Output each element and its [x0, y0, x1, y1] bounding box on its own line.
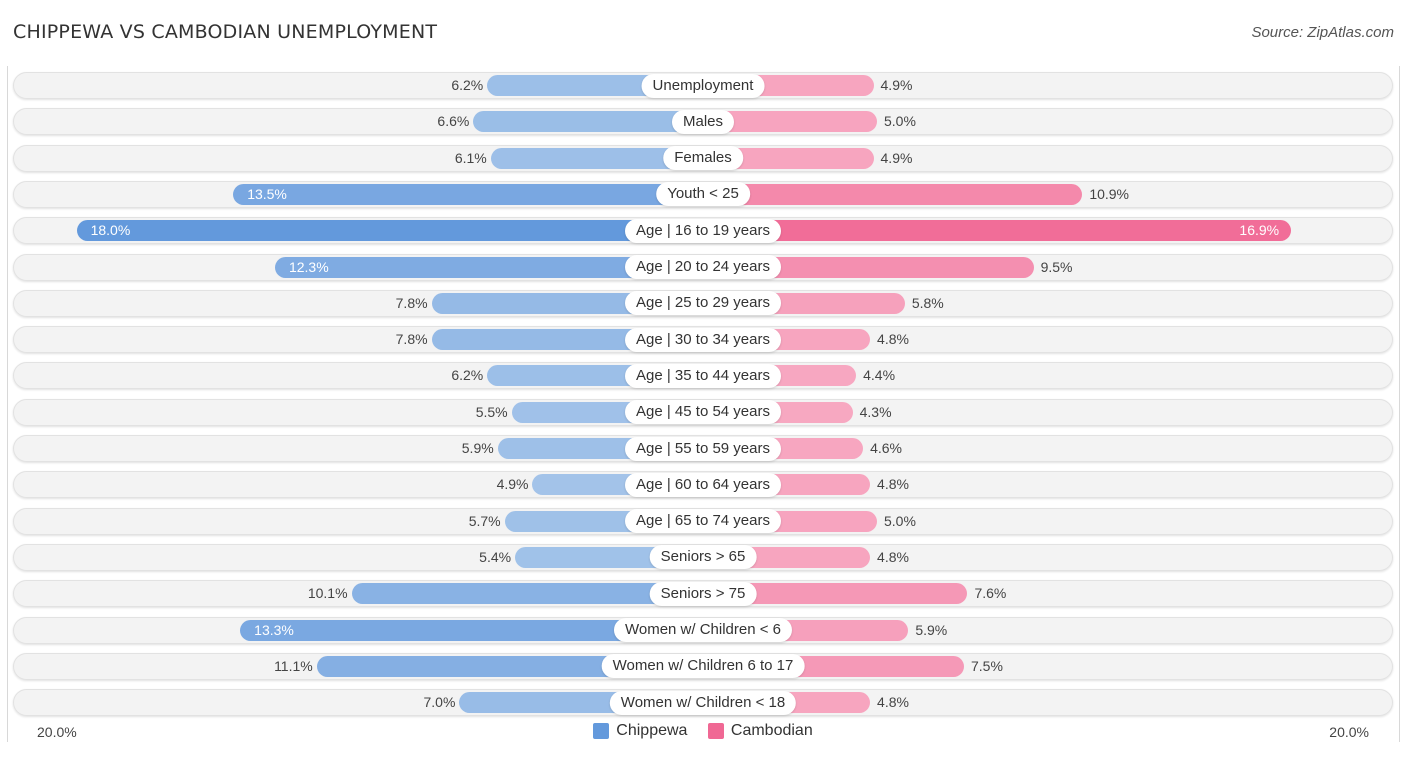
value-label-cambodian: 4.9%	[880, 149, 913, 166]
legend-label-chippewa: Chippewa	[616, 722, 688, 739]
value-label-chippewa: 6.6%	[437, 113, 470, 130]
category-label: Seniors > 75	[649, 581, 757, 606]
value-label-cambodian: 4.6%	[870, 440, 902, 456]
value-label-chippewa: 10.1%	[307, 585, 348, 602]
gridline-right	[1399, 66, 1400, 742]
gridline-left	[7, 66, 8, 742]
value-label-cambodian: 4.8%	[877, 331, 909, 348]
legend: Chippewa Cambodian	[0, 722, 1406, 744]
category-label: Women w/ Children < 18	[609, 690, 797, 715]
value-label-chippewa: 5.9%	[461, 440, 494, 456]
category-label: Age | 20 to 24 years	[625, 255, 781, 279]
category-label: Unemployment	[641, 73, 765, 98]
bar-chippewa[interactable]	[473, 111, 703, 133]
value-label-cambodian: 4.4%	[863, 367, 896, 384]
value-label-cambodian: 9.5%	[1040, 258, 1073, 275]
category-label: Seniors > 65	[649, 545, 757, 570]
category-label: Age | 45 to 54 years	[625, 400, 781, 425]
value-label-chippewa: 6.2%	[451, 367, 484, 384]
value-label-cambodian: 7.5%	[971, 657, 1003, 674]
value-label-chippewa: 7.0%	[423, 694, 456, 711]
chart-area: 6.2% 4.9% Unemployment 6.6% 5.0% Males 6.1% 4.9…	[0, 0, 1406, 757]
legend-label-cambodian: Cambodian	[730, 722, 813, 739]
value-label-cambodian: 5.0%	[884, 113, 916, 130]
category-label: Women w/ Children 6 to 17	[601, 654, 805, 679]
category-label: Age | 65 to 74 years	[625, 509, 781, 534]
value-label-cambodian: 4.8%	[877, 476, 909, 493]
value-label-chippewa: 5.5%	[475, 403, 508, 420]
value-label-chippewa: 6.2%	[451, 77, 484, 93]
value-label-chippewa: 11.1%	[274, 657, 313, 674]
category-label: Age | 35 to 44 years	[625, 363, 781, 388]
value-label-chippewa: 18.0%	[90, 222, 131, 239]
category-label: Women w/ Children < 6	[613, 618, 793, 642]
value-label-chippewa: 7.8%	[395, 294, 428, 311]
category-label: Age | 60 to 64 years	[625, 472, 781, 497]
value-label-chippewa: 5.7%	[468, 512, 501, 529]
bar-chippewa[interactable]	[233, 183, 703, 205]
value-label-cambodian: 4.3%	[859, 403, 892, 420]
value-label-cambodian: 7.6%	[974, 585, 1007, 602]
value-label-chippewa: 5.4%	[479, 548, 512, 565]
legend-item-cambodian[interactable]: Cambodian	[707, 722, 813, 740]
category-label: Males	[671, 109, 735, 134]
legend-item-chippewa[interactable]: Chippewa	[593, 722, 687, 740]
value-label-cambodian: 5.0%	[884, 512, 916, 529]
value-label-chippewa: 7.8%	[395, 331, 428, 348]
category-label: Females	[663, 146, 743, 171]
category-label: Age | 30 to 34 years	[625, 327, 781, 352]
value-label-cambodian: 5.9%	[915, 621, 948, 638]
legend-swatch-chippewa	[593, 723, 610, 739]
value-label-chippewa: 12.3%	[288, 258, 329, 275]
value-label-cambodian: 4.9%	[880, 77, 913, 93]
value-label-chippewa: 4.9%	[496, 476, 529, 493]
value-label-chippewa: 6.1%	[454, 149, 487, 166]
value-label-cambodian: 10.9%	[1089, 185, 1130, 202]
bar-cambodian[interactable]	[703, 183, 1083, 205]
value-label-cambodian: 4.8%	[877, 694, 909, 711]
value-label-chippewa: 13.5%	[247, 185, 287, 202]
bar-chippewa[interactable]	[76, 220, 703, 242]
value-label-cambodian: 5.8%	[911, 294, 944, 311]
category-label: Age | 16 to 19 years	[625, 218, 781, 243]
value-label-cambodian: 16.9%	[1239, 222, 1280, 239]
category-label: Age | 25 to 29 years	[625, 291, 781, 316]
value-label-chippewa: 13.3%	[254, 621, 294, 638]
value-label-cambodian: 4.8%	[877, 548, 909, 565]
category-label: Youth < 25	[656, 182, 750, 207]
category-label: Age | 55 to 59 years	[625, 436, 781, 461]
legend-swatch-cambodian	[707, 723, 724, 739]
bar-cambodian[interactable]	[703, 220, 1292, 242]
